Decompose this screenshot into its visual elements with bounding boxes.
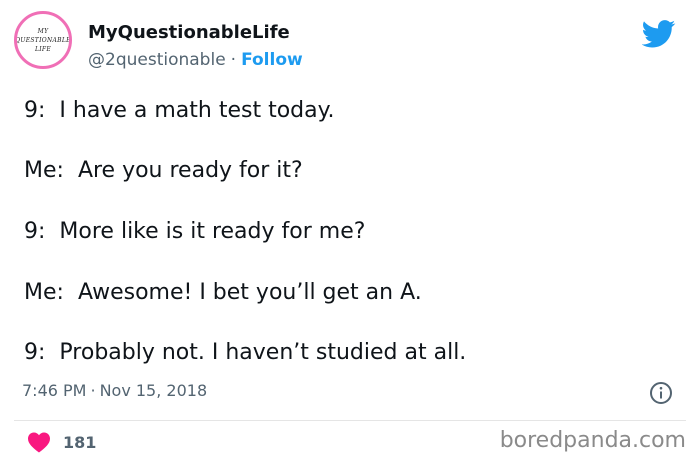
tweet-line: Me: Awesome! I bet you’ll get an A. (24, 280, 422, 305)
follow-button[interactable]: Follow (241, 50, 303, 70)
tweet-line: 9: Probably not. I haven’t studied at all… (24, 340, 466, 365)
watermark: boredpanda.com (499, 428, 686, 453)
speaker-label: 9: (24, 219, 46, 244)
speaker-label: 9: (24, 98, 46, 123)
avatar-logo-text: MY QUESTIONABLE LIFE (15, 27, 71, 53)
speaker-label: 9: (24, 340, 46, 365)
divider (14, 420, 686, 421)
line-text: Probably not. I haven’t studied at all. (59, 340, 467, 365)
tweet-date[interactable]: Nov 15, 2018 (100, 381, 208, 400)
tweet-time[interactable]: 7:46 PM (22, 381, 86, 400)
timestamp[interactable]: 7:46 PM · Nov 15, 2018 (22, 381, 207, 400)
line-text: Are you ready for it? (77, 158, 303, 183)
author-handle-row: @2questionable · Follow (88, 50, 303, 70)
tweet-line: 9: I have a math test today. (24, 98, 334, 123)
info-icon[interactable] (649, 381, 673, 405)
author-display-name[interactable]: MyQuestionableLife (88, 22, 290, 43)
line-text: Awesome! I bet you’ll get an A. (77, 280, 422, 305)
heart-icon[interactable] (27, 431, 51, 453)
tweet-line: Me: Are you ready for it? (24, 158, 303, 183)
like-count[interactable]: 181 (63, 433, 96, 452)
separator-dot: · (90, 381, 96, 400)
speaker-label: Me: (24, 280, 64, 305)
author-handle[interactable]: @2questionable (88, 50, 226, 70)
line-text: I have a math test today. (59, 98, 335, 123)
speaker-label: Me: (24, 158, 64, 183)
avatar[interactable]: MY QUESTIONABLE LIFE (14, 11, 72, 69)
separator-dot: · (230, 50, 237, 70)
tweet-line: 9: More like is it ready for me? (24, 219, 365, 244)
line-text: More like is it ready for me? (59, 219, 366, 244)
twitter-bird-icon[interactable] (642, 20, 676, 48)
